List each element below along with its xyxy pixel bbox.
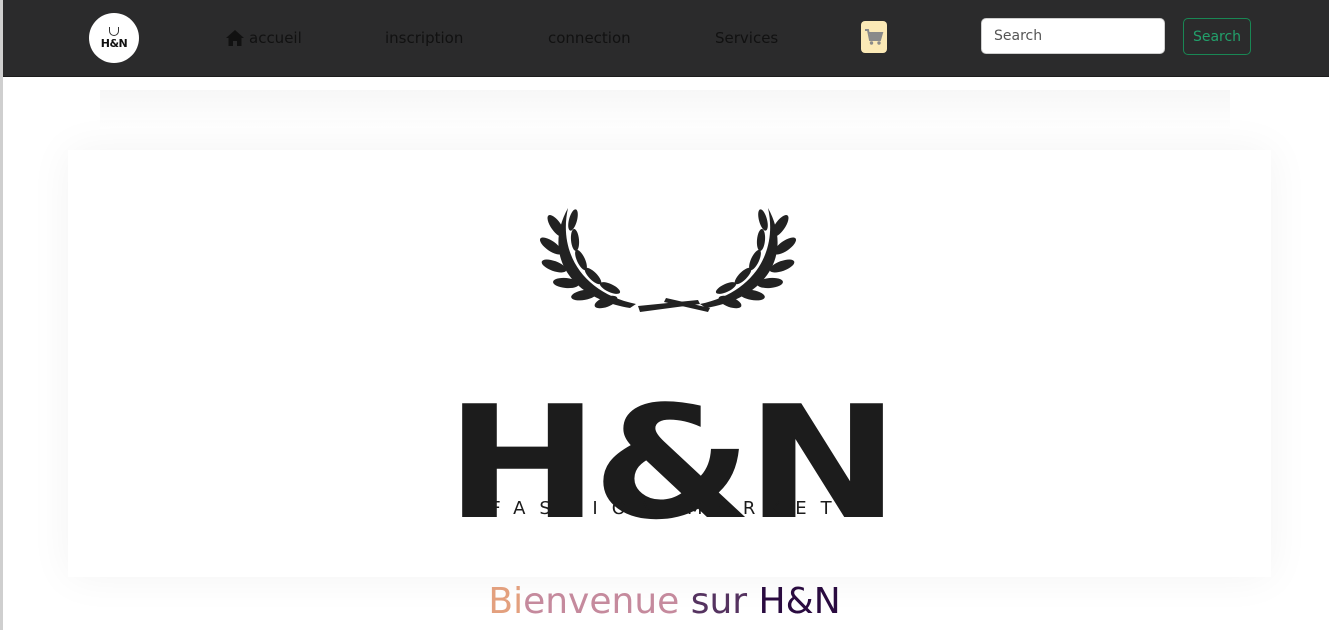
welcome-heading: Bienvenue sur H&N <box>0 578 1329 626</box>
home-icon <box>226 30 244 46</box>
nav-link-connection[interactable]: connection <box>548 26 631 50</box>
search-input[interactable] <box>981 18 1165 54</box>
top-navbar: H&N accueil inscription connection Servi… <box>3 0 1329 77</box>
welcome-brand: H&N <box>758 581 841 622</box>
laurel-wreath-icon <box>539 208 797 312</box>
brand-arc-icon <box>109 27 119 36</box>
cart-button[interactable] <box>861 21 887 53</box>
nav-link-label: accueil <box>249 29 302 47</box>
brand-text: H&N <box>100 37 128 50</box>
cart-icon <box>865 29 884 45</box>
nav-link-label: Services <box>715 29 779 47</box>
nav-link-label: connection <box>548 29 631 47</box>
nav-link-services[interactable]: Services <box>715 26 778 50</box>
welcome-part: envenue <box>523 581 680 622</box>
search-button[interactable]: Search <box>1183 18 1251 55</box>
hero-banner: H&N FASHION MARKET <box>68 150 1271 577</box>
nav-link-inscription[interactable]: inscription <box>385 26 463 50</box>
logo-subtitle: FASHION MARKET <box>490 498 846 519</box>
nav-link-accueil[interactable]: accueil <box>225 26 302 50</box>
welcome-part: sur <box>679 581 759 622</box>
hero-top-shadow <box>100 90 1230 130</box>
brand-logo[interactable]: H&N <box>89 13 139 63</box>
hero-logo: H&N FASHION MARKET <box>368 198 968 541</box>
page-left-border <box>0 0 3 630</box>
nav-link-label: inscription <box>385 29 464 47</box>
welcome-part: Bi <box>488 581 524 622</box>
